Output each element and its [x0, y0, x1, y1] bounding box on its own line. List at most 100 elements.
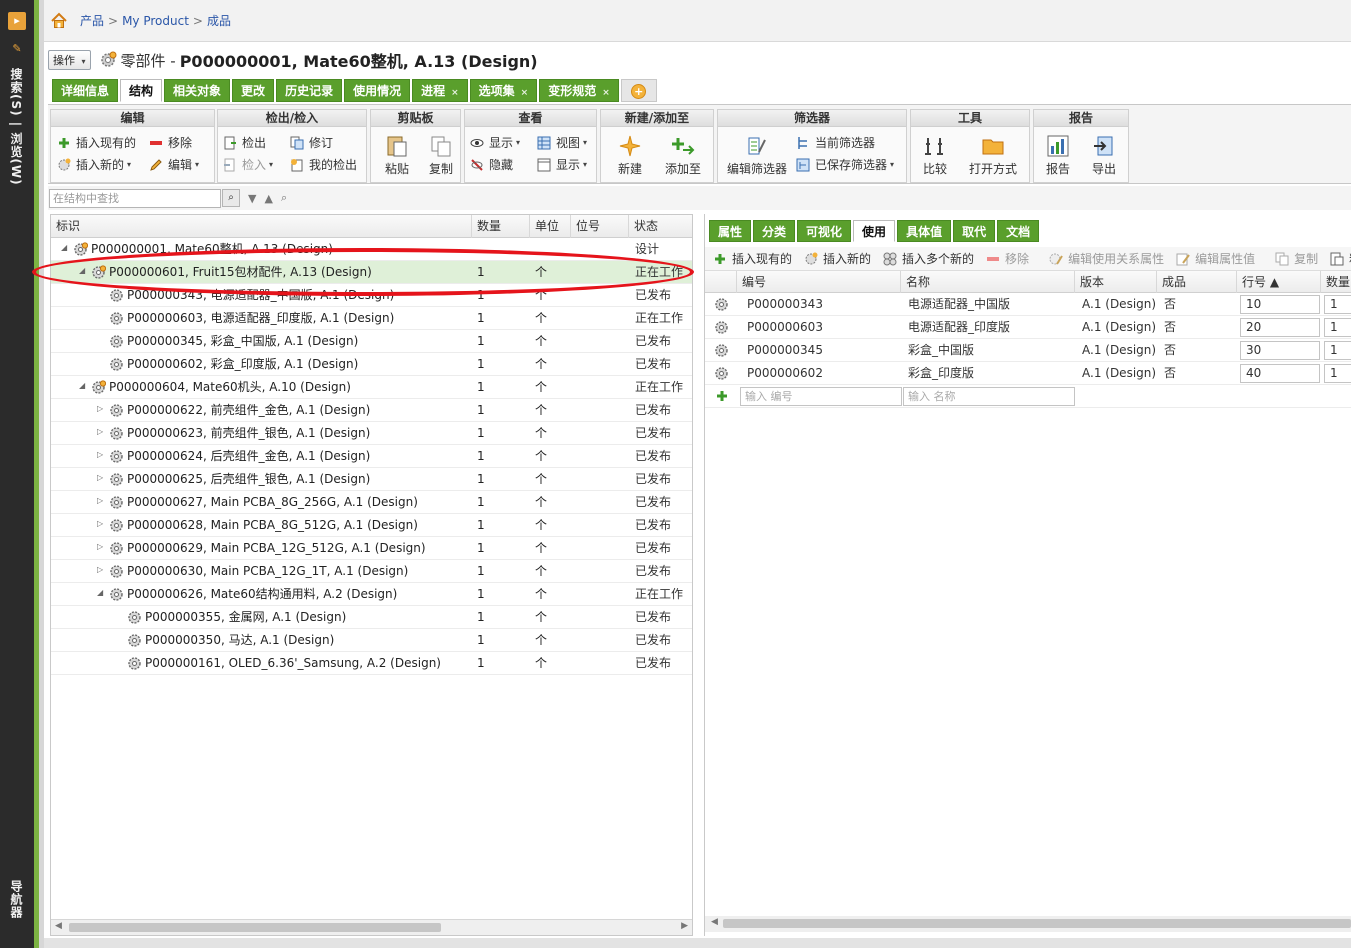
my-checkouts-button[interactable]: 我的检出 — [290, 156, 357, 173]
tree-row[interactable]: ▷ P000000624, 后壳组件_金色, A.1 (Design) 1 个 已发布 — [51, 445, 692, 468]
usage-quantity-field[interactable]: 1 — [1324, 341, 1351, 360]
saved-filter-button[interactable]: 已保存筛选器 ▾ — [796, 156, 894, 173]
tree-row[interactable]: P000000343, 电源适配器_中国版, A.1 (Design) 1 个 已发布 — [51, 284, 692, 307]
collapse-toggle-icon[interactable]: ◢ — [97, 588, 103, 597]
tab-classification[interactable]: 分类 — [753, 220, 796, 242]
tree-row-label[interactable]: P000000628, Main PCBA_8G_512G, A.1 (Desi… — [127, 514, 418, 537]
tab-usage[interactable]: 使用 — [853, 220, 896, 242]
expand-navigator-icon[interactable]: ▸ — [8, 12, 26, 30]
pin-icon[interactable]: ✎ — [8, 40, 26, 58]
tab-details[interactable]: 详细信息 — [52, 79, 119, 102]
column-header-ref-designator[interactable]: 位号 — [571, 215, 629, 238]
column-header-line-number[interactable]: 行号 ▲ — [1237, 271, 1321, 293]
usage-paste-button[interactable]: 粘 — [1330, 250, 1351, 267]
usage-row[interactable]: P000000602 彩盒_印度版 A.1 (Design) 否 40 1 — [705, 362, 1351, 385]
column-header-quantity[interactable]: 数量 — [472, 215, 530, 238]
structure-search-input[interactable]: 在结构中查找 — [49, 188, 221, 208]
tree-row-label[interactable]: P000000601, Fruit15包材配件, A.13 (Design) — [109, 261, 372, 284]
usage-number[interactable]: P000000343 — [747, 293, 823, 316]
expand-toggle-icon[interactable]: ▷ — [97, 473, 103, 482]
usage-row[interactable]: P000000345 彩盒_中国版 A.1 (Design) 否 30 1 — [705, 339, 1351, 362]
tree-row[interactable]: P000000355, 金属网, A.1 (Design) 1 个 已发布 — [51, 606, 692, 629]
usage-line-number-field[interactable]: 40 — [1240, 364, 1320, 383]
tab-replacements[interactable]: 取代 — [953, 220, 996, 242]
search-browse-toggle[interactable]: 搜索(S) | 浏览(W) — [9, 68, 25, 198]
new-name-input[interactable]: 输入 名称 — [903, 387, 1075, 406]
close-tab-icon[interactable]: × — [451, 88, 459, 98]
usage-horizontal-scrollbar[interactable]: ◀ — [705, 916, 1351, 932]
tree-row[interactable]: ◢ P000000001, Mate60整机, A.13 (Design) 设计 — [51, 238, 692, 261]
edit-button[interactable]: 编辑 ▾ — [149, 156, 199, 173]
usage-remove-button[interactable]: 移除 — [986, 250, 1029, 267]
tab-where-used[interactable]: 使用情况 — [344, 79, 411, 102]
usage-number[interactable]: P000000602 — [747, 362, 823, 385]
tree-row[interactable]: ▷ P000000622, 前壳组件_金色, A.1 (Design) 1 个 已发布 — [51, 399, 692, 422]
actions-menu-button[interactable]: 操作 ▾ — [48, 50, 91, 70]
tree-row-label[interactable]: P000000603, 电源适配器_印度版, A.1 (Design) — [127, 307, 394, 330]
edit-usage-attributes-button[interactable]: 编辑使用关系属性 — [1049, 250, 1164, 267]
tree-row-label[interactable]: P000000622, 前壳组件_金色, A.1 (Design) — [127, 399, 370, 422]
view-button[interactable]: 视图 ▾ — [537, 134, 587, 151]
tree-row[interactable]: ▷ P000000623, 前壳组件_银色, A.1 (Design) 1 个 已发布 — [51, 422, 692, 445]
tree-row-label[interactable]: P000000343, 电源适配器_中国版, A.1 (Design) — [127, 284, 394, 307]
column-header-state[interactable]: 状态 — [629, 215, 692, 238]
tree-row-label[interactable]: P000000604, Mate60机头, A.10 (Design) — [109, 376, 351, 399]
tree-row-label[interactable]: P000000629, Main PCBA_12G_512G, A.1 (Des… — [127, 537, 426, 560]
remove-button[interactable]: 移除 — [149, 134, 192, 151]
tab-variant-spec[interactable]: 变形规范 × — [539, 79, 619, 102]
tree-row[interactable]: ◢ P000000626, Mate60结构通用料, A.2 (Design) 1 个… — [51, 583, 692, 606]
navigator-label[interactable]: 导航器 — [9, 880, 25, 926]
tree-row[interactable]: ▷ P000000625, 后壳组件_银色, A.1 (Design) 1 个 已发布 — [51, 468, 692, 491]
tree-row-label[interactable]: P000000001, Mate60整机, A.13 (Design) — [91, 238, 333, 261]
usage-insert-existing-button[interactable]: 插入现有的 — [713, 250, 792, 267]
tree-row-label[interactable]: P000000627, Main PCBA_8G_256G, A.1 (Desi… — [127, 491, 418, 514]
expand-toggle-icon[interactable]: ▷ — [97, 427, 103, 436]
expand-toggle-icon[interactable]: ▷ — [97, 496, 103, 505]
tree-row[interactable]: ◢ P000000601, Fruit15包材配件, A.13 (Design) 1… — [51, 261, 692, 284]
tab-option-sets[interactable]: 选项集 × — [469, 79, 538, 102]
tree-row-label[interactable]: P000000602, 彩盒_印度版, A.1 (Design) — [127, 353, 358, 376]
find-previous-icon[interactable]: ▲ — [264, 192, 272, 205]
usage-row[interactable]: P000000343 电源适配器_中国版 A.1 (Design) 否 10 1 — [705, 293, 1351, 316]
find-all-icon[interactable]: ⌕ — [281, 191, 287, 205]
revise-button[interactable]: 修订 — [290, 134, 333, 151]
tree-horizontal-scrollbar[interactable]: ◀ ▶ — [51, 919, 692, 935]
new-button[interactable]: 新建 — [607, 134, 653, 177]
plus-icon[interactable] — [715, 389, 729, 403]
breadcrumb-item-products[interactable]: 产品 — [80, 12, 104, 29]
tree-row[interactable]: ▷ P000000630, Main PCBA_12G_1T, A.1 (Desi… — [51, 560, 692, 583]
expand-toggle-icon[interactable]: ▷ — [97, 565, 103, 574]
scroll-right-icon[interactable]: ▶ — [681, 921, 688, 931]
export-button[interactable]: 导出 — [1084, 134, 1124, 177]
tab-specific-values[interactable]: 具体值 — [897, 220, 952, 242]
checkout-button[interactable]: 检出 — [223, 134, 266, 151]
close-tab-icon[interactable]: × — [602, 88, 610, 98]
tree-row[interactable]: P000000602, 彩盒_印度版, A.1 (Design) 1 个 已发布 — [51, 353, 692, 376]
usage-insert-new-button[interactable]: 插入新的 — [804, 250, 871, 267]
binoculars-icon[interactable]: ⌕ — [222, 189, 240, 207]
tree-row[interactable]: P000000345, 彩盒_中国版, A.1 (Design) 1 个 已发布 — [51, 330, 692, 353]
column-header-number[interactable]: 编号 — [737, 271, 901, 293]
tree-row-label[interactable]: P000000345, 彩盒_中国版, A.1 (Design) — [127, 330, 358, 353]
tab-related-objects[interactable]: 相关对象 — [164, 79, 231, 102]
show-button[interactable]: 显示 ▾ — [470, 134, 520, 151]
expand-toggle-icon[interactable]: ▷ — [97, 404, 103, 413]
copy-button[interactable]: 复制 — [421, 134, 461, 177]
tree-row[interactable]: P000000603, 电源适配器_印度版, A.1 (Design) 1 个 正在工… — [51, 307, 692, 330]
add-tab-button[interactable]: + — [620, 79, 657, 102]
tree-row-label[interactable]: P000000350, 马达, A.1 (Design) — [145, 629, 334, 652]
tree-row-label[interactable]: P000000161, OLED_6.36'_Samsung, A.2 (Des… — [145, 652, 441, 675]
expand-toggle-icon[interactable]: ▷ — [97, 450, 103, 459]
tree-row[interactable]: ▷ P000000628, Main PCBA_8G_512G, A.1 (Des… — [51, 514, 692, 537]
usage-line-number-field[interactable]: 20 — [1240, 318, 1320, 337]
close-tab-icon[interactable]: × — [521, 88, 529, 98]
breadcrumb-item-finished[interactable]: 成品 — [207, 12, 231, 29]
scroll-left-icon[interactable]: ◀ — [711, 917, 718, 927]
usage-copy-button[interactable]: 复制 — [1275, 250, 1318, 267]
tree-row[interactable]: ◢ P000000604, Mate60机头, A.10 (Design) 1 个 正在… — [51, 376, 692, 399]
tab-documents[interactable]: 文档 — [997, 220, 1040, 242]
tree-row[interactable]: ▷ P000000627, Main PCBA_8G_256G, A.1 (Des… — [51, 491, 692, 514]
tab-process[interactable]: 进程 × — [412, 79, 468, 102]
compare-button[interactable]: 比较 — [915, 134, 955, 177]
tree-row-label[interactable]: P000000626, Mate60结构通用料, A.2 (Design) — [127, 583, 397, 606]
